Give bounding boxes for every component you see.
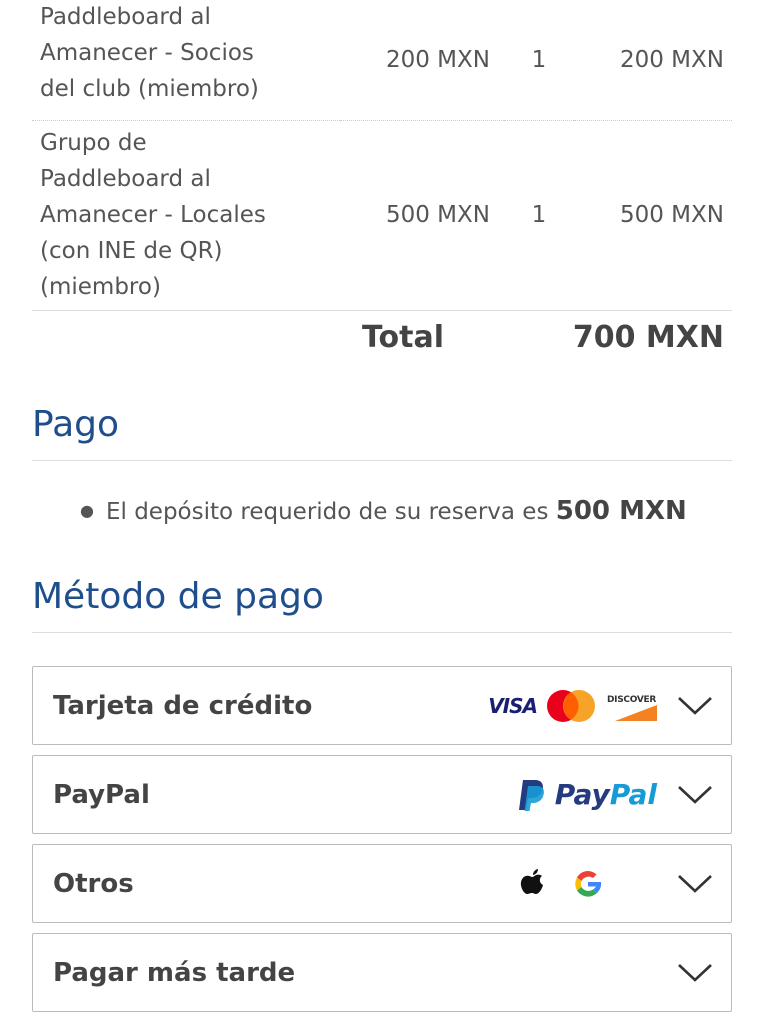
table-row: Paddleboard al Amanecer - Socios del clu…: [32, 0, 732, 120]
item-description: Grupo de Paddleboard al Amanecer - Local…: [32, 120, 340, 310]
chevron-down-icon[interactable]: [677, 785, 713, 805]
chevron-down-icon[interactable]: [677, 696, 713, 716]
total-row: Total 700 MXN: [32, 310, 732, 366]
item-price: 500 MXN: [385, 202, 490, 228]
table-row: Grupo de Paddleboard al Amanecer - Local…: [32, 120, 732, 310]
paypal-wordmark-pay: Pay: [554, 778, 610, 811]
item-subtotal: 200 MXN: [619, 46, 724, 73]
item-description: Paddleboard al Amanecer - Socios del clu…: [32, 0, 340, 120]
item-subtotal: 500 MXN: [619, 202, 724, 228]
item-desc-line: Paddleboard al: [40, 3, 211, 30]
paypal-p-icon: [518, 779, 544, 811]
payment-option-others[interactable]: Otros: [32, 844, 732, 923]
deposit-note: ● El depósito requerido de su reserva es …: [80, 496, 687, 526]
payment-option-label: Pagar más tarde: [53, 957, 296, 988]
deposit-amount: 500 MXN: [555, 496, 687, 526]
card-logos: VISA DISCOVER: [488, 688, 657, 724]
payment-option-label: PayPal: [53, 779, 150, 810]
total-label: Total: [362, 320, 444, 356]
payment-method-heading: Método de pago: [32, 576, 732, 633]
apple-icon: [520, 868, 543, 894]
google-icon: [575, 870, 602, 897]
discover-logo: DISCOVER: [605, 691, 657, 721]
other-logos: [519, 867, 605, 901]
bullet-icon: ●: [80, 501, 94, 520]
pago-heading: Pago: [32, 404, 732, 461]
payment-option-paypal[interactable]: PayPal PayPal: [32, 755, 732, 834]
item-desc-line: Paddleboard al: [40, 166, 211, 192]
item-price: 200 MXN: [385, 46, 490, 73]
visa-logo: VISA: [488, 693, 538, 718]
order-table: Paddleboard al Amanecer - Socios del clu…: [32, 0, 732, 366]
paypal-logo: PayPal: [517, 778, 657, 812]
chevron-down-icon[interactable]: [677, 963, 713, 983]
item-desc-line: Grupo de: [40, 130, 147, 156]
payment-option-label: Tarjeta de crédito: [53, 690, 313, 721]
mastercard-logo: [547, 689, 595, 722]
payment-option-label: Otros: [53, 868, 134, 899]
total-value: 700 MXN: [572, 320, 724, 356]
item-quantity: 1: [531, 202, 547, 228]
item-desc-line: Amanecer - Socios: [40, 39, 254, 66]
checkout-summary: Paddleboard al Amanecer - Socios del clu…: [32, 0, 732, 1012]
item-desc-line: Amanecer - Locales: [40, 202, 266, 228]
item-desc-line: (con INE de QR): [40, 238, 223, 264]
item-desc-line: (miembro): [40, 274, 161, 300]
item-quantity: 1: [531, 46, 547, 73]
paypal-wordmark-pal: Pal: [609, 778, 657, 811]
paypal-wordmark: PayPal: [555, 778, 657, 811]
payment-option-credit-card[interactable]: Tarjeta de crédito VISA DISCOVER: [32, 666, 732, 745]
deposit-text: El depósito requerido de su reserva es: [105, 499, 549, 525]
payment-option-pay-later[interactable]: Pagar más tarde: [32, 933, 732, 1012]
item-desc-line: del club (miembro): [40, 75, 259, 102]
chevron-down-icon[interactable]: [677, 874, 713, 894]
